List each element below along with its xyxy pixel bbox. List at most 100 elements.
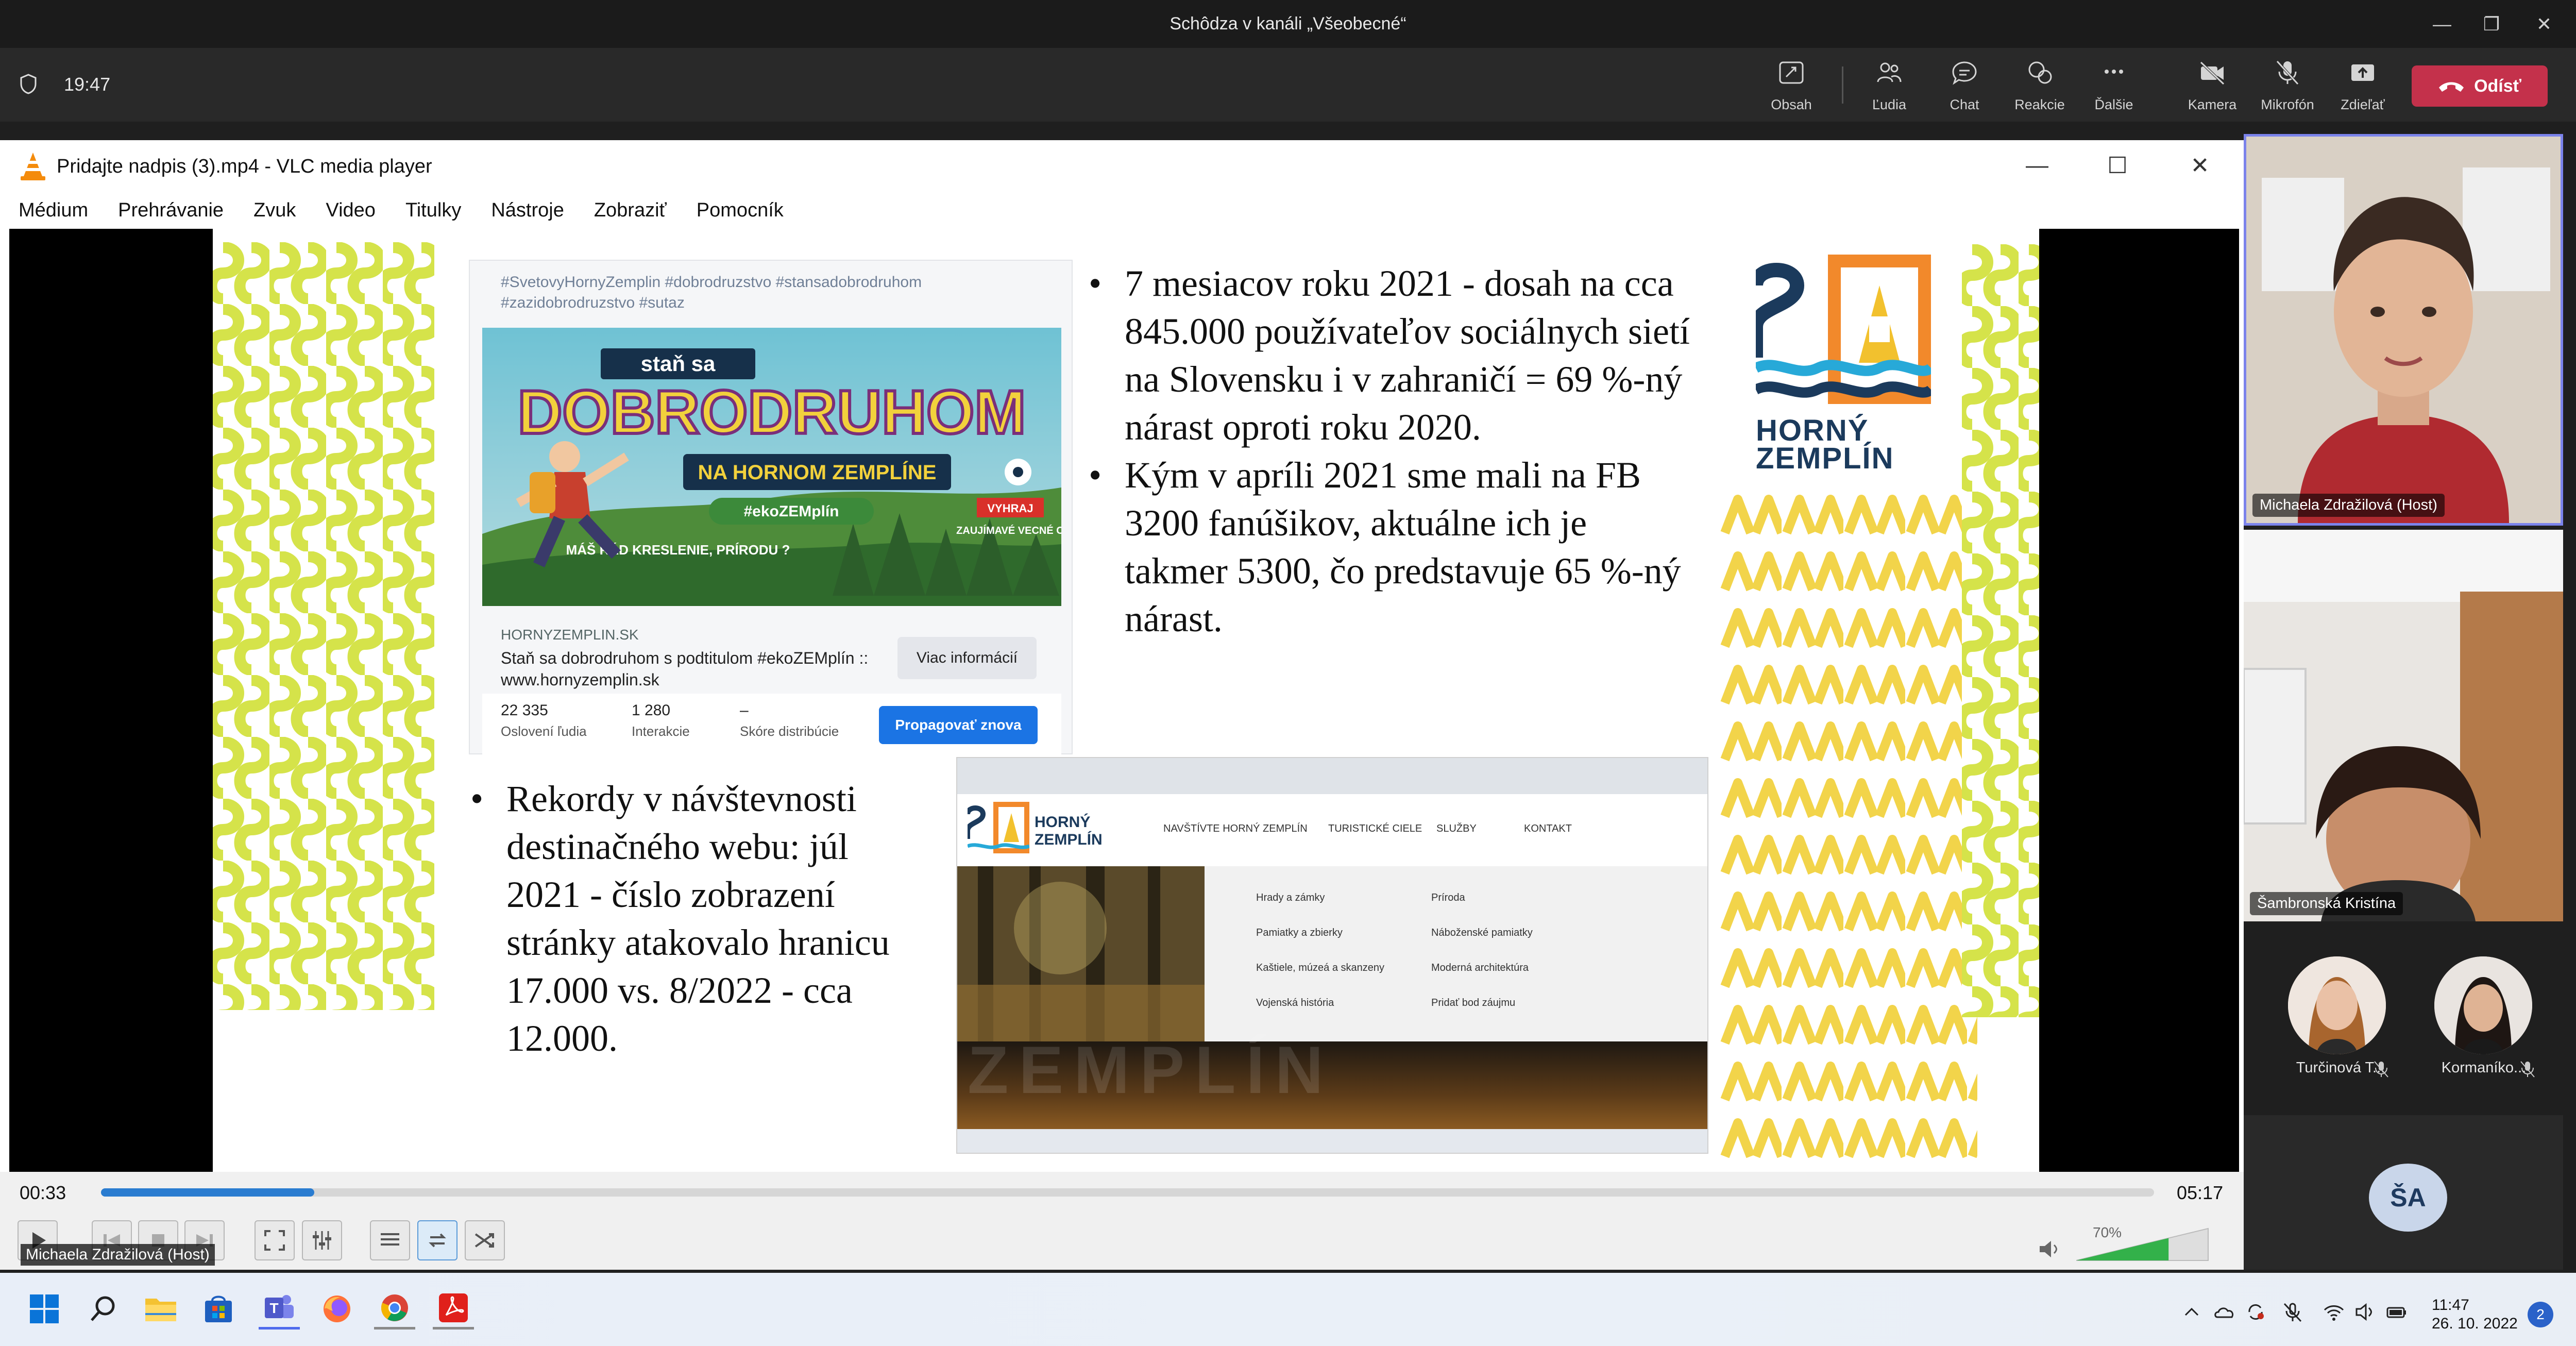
reactions-button[interactable]: Reakcie (2004, 59, 2076, 113)
equalizer-icon (313, 1231, 331, 1250)
poster-badge: VYHRAJ (987, 502, 1033, 515)
web-logo-line1: HORNÝ (1035, 814, 1091, 831)
participant-avatar-kormanikova[interactable] (2434, 956, 2532, 1054)
participant-name-second: Šambronská Kristína (2250, 892, 2403, 915)
video-area[interactable]: #SvetovyHornyZemplin #dobrodruzstvo #sta… (9, 229, 2239, 1172)
meeting-toolbar: 19:47 Obsah Ľudia Chat Reakcie Ďalšie Ka… (0, 48, 2576, 122)
menu-audio[interactable]: Zvuk (253, 199, 296, 222)
maximize-button[interactable]: ❐ (2471, 0, 2512, 48)
participant-name-main: Michaela Zdražilová (Host) (2252, 494, 2445, 517)
participant-tile-second[interactable]: Šambronská Kristína (2244, 530, 2563, 921)
taskbar-time[interactable]: 11:47 (2432, 1297, 2469, 1314)
people-button[interactable]: Ľudia (1853, 59, 1925, 113)
poster-prizes: ZAUJÍMAVÉ VECNÉ CENY (956, 525, 1061, 536)
menu-help[interactable]: Pomocník (697, 199, 784, 222)
bullet-web-records: Rekordy v návštevnosti destinačného webu… (470, 775, 913, 1063)
web-menu-architecture: Moderná architektúra (1431, 962, 1529, 973)
share-button[interactable]: Zdieľať (2327, 59, 2399, 113)
reactions-icon (2028, 61, 2052, 84)
fullscreen-button[interactable] (255, 1220, 295, 1260)
teams-title-bar: Schôdza v kanáli „Všeobecné“ — ❐ ✕ (0, 0, 2576, 48)
menu-media[interactable]: Médium (19, 199, 88, 222)
web-header: HORNÝ ZEMPLÍN NAVŠTÍVTE HORNÝ ZEMPLÍN TU… (957, 794, 1707, 866)
facebook-post-card: #SvetovyHornyZemplin #dobrodruzstvo #sta… (469, 260, 1073, 755)
vlc-minimize-button[interactable]: — (2011, 147, 2063, 183)
participant-initials-avatar[interactable]: ŠA (2369, 1164, 2447, 1232)
web-menu-religious: Náboženské pamiatky (1431, 927, 1533, 938)
chrome-icon (381, 1294, 408, 1321)
meeting-clock: 19:47 (64, 74, 111, 95)
playlist-icon (381, 1233, 399, 1246)
shuffle-button[interactable] (465, 1220, 505, 1260)
minimize-button[interactable]: — (2421, 0, 2463, 48)
menu-video[interactable]: Video (326, 199, 376, 222)
chevron-up-icon[interactable] (2180, 1301, 2203, 1323)
search-button[interactable] (82, 1288, 124, 1330)
participant-video-second (2244, 530, 2563, 921)
firefox-button[interactable] (316, 1288, 358, 1330)
vlc-menu-bar: Médium Prehrávanie Zvuk Video Titulky Ná… (0, 192, 2244, 229)
windows-taskbar: T 11:47 26. 10. 2022 2 (0, 1273, 2576, 1346)
participant-video-main (2246, 137, 2561, 523)
vlc-maximize-button[interactable]: ☐ (2092, 147, 2143, 183)
promote-again-button: Propagovať znova (879, 706, 1038, 744)
poster-title-top: staň sa (641, 351, 716, 376)
share-icon (2351, 64, 2374, 81)
web-nav-services: SLUŽBY (1436, 823, 1477, 834)
web-watermark: ZEMPLÍN (968, 1032, 1334, 1107)
leave-button[interactable]: Odísť (2412, 65, 2548, 107)
file-explorer-icon (145, 1299, 176, 1321)
teams-taskbar-button[interactable]: T (259, 1288, 300, 1330)
content-button[interactable]: Obsah (1755, 59, 1827, 113)
battery-icon[interactable] (2385, 1301, 2408, 1323)
file-explorer-button[interactable] (140, 1288, 181, 1330)
web-menu-castles: Hrady a zámky (1256, 892, 1325, 903)
mic-off-icon (2374, 1061, 2388, 1078)
store-icon (205, 1295, 232, 1322)
menu-subtitles[interactable]: Titulky (405, 199, 461, 222)
seek-bar-fill (101, 1188, 315, 1197)
vlc-close-button[interactable]: ✕ (2174, 147, 2226, 183)
acrobat-button[interactable] (433, 1288, 474, 1330)
seek-bar[interactable] (101, 1188, 2154, 1197)
sync-icon[interactable] (2244, 1301, 2267, 1323)
presentation-slide: #SvetovyHornyZemplin #dobrodruzstvo #sta… (213, 229, 2039, 1172)
extended-settings-button[interactable] (302, 1220, 342, 1260)
logo-text-line2: ZEMPLÍN (1756, 442, 1894, 475)
loop-button[interactable] (417, 1220, 457, 1260)
camera-button[interactable]: Kamera (2176, 59, 2248, 113)
left-decorative-pattern (213, 242, 434, 1010)
playlist-button[interactable] (370, 1220, 410, 1260)
windows-start-icon (30, 1294, 59, 1323)
bullet-fans: Kým v apríli 2021 sme mali na FB 3200 fa… (1089, 451, 1697, 643)
mic-off-icon (2276, 60, 2299, 85)
web-menu-military: Vojenská história (1256, 997, 1334, 1008)
volume-icon[interactable] (2038, 1238, 2060, 1260)
menu-tools[interactable]: Nástroje (491, 199, 564, 222)
menu-playback[interactable]: Prehrávanie (118, 199, 224, 222)
windows-start-button[interactable] (24, 1288, 65, 1330)
store-button[interactable] (198, 1288, 239, 1330)
mic-button[interactable]: Mikrofón (2251, 59, 2324, 113)
participant-avatar-turcinova[interactable] (2288, 956, 2386, 1054)
svg-text:T: T (269, 1300, 278, 1316)
toolbar-divider (1842, 66, 1843, 104)
bullets-right: 7 mesiacov roku 2021 - dosah na cca 845.… (1089, 260, 1697, 643)
chat-button[interactable]: Chat (1928, 59, 2001, 113)
participant-tile-main[interactable]: Michaela Zdražilová (Host) (2244, 134, 2563, 526)
contest-poster-image: staň sa DOBRODRUHOM NA HORNOM ZEMPLÍNE #… (482, 328, 1061, 606)
chrome-button[interactable] (374, 1288, 415, 1330)
menu-view[interactable]: Zobraziť (594, 199, 667, 222)
speaker-tray-icon[interactable] (2353, 1301, 2376, 1323)
onedrive-icon[interactable] (2213, 1301, 2236, 1323)
presenter-name-overlay: Michaela Zdražilová (Host) (21, 1244, 215, 1266)
vlc-window-title: Pridajte nadpis (3).mp4 - VLC media play… (57, 156, 432, 177)
notification-badge[interactable]: 2 (2528, 1302, 2553, 1327)
more-button[interactable]: Ďalšie (2078, 59, 2150, 113)
wifi-icon[interactable] (2323, 1301, 2345, 1323)
mic-muted-tray-icon[interactable] (2281, 1301, 2304, 1323)
stat-distribution-value: – (740, 702, 749, 719)
taskbar-date[interactable]: 26. 10. 2022 (2432, 1315, 2518, 1333)
close-button[interactable]: ✕ (2523, 0, 2565, 48)
stat-interactions-label: Interakcie (632, 724, 690, 739)
